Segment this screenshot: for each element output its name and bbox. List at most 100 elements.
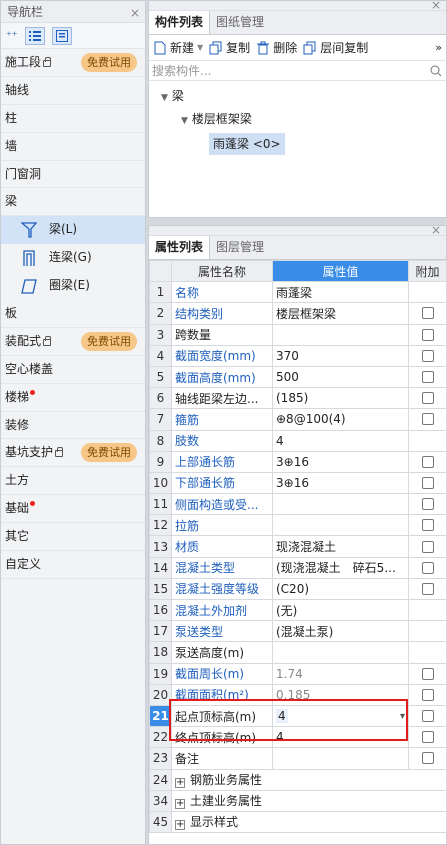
property-row[interactable]: 2 结构类别 楼层框架梁	[149, 302, 447, 325]
property-row[interactable]: 15 混凝土强度等级 (C20)	[149, 577, 447, 601]
nav-section-item[interactable]: 基坑支护 免费试用	[1, 439, 145, 468]
nav-section-item[interactable]: 空心楼盖	[1, 355, 145, 384]
nav-section-item[interactable]: 装配式 免费试用	[1, 327, 145, 356]
free-trial-badge[interactable]: 免费试用	[81, 331, 137, 351]
tree-node-frame-beam[interactable]: ▼ 楼层框架梁	[149, 108, 446, 131]
checkbox[interactable]	[421, 307, 434, 320]
nav-section-item[interactable]: 施工段 免费试用	[1, 49, 145, 77]
chevron-down-icon[interactable]: ▼	[197, 43, 203, 52]
property-value[interactable]: (185)	[272, 387, 409, 410]
checkbox[interactable]	[421, 476, 434, 489]
property-value[interactable]: 现浇混凝土	[272, 535, 409, 558]
nav-subitem[interactable]: 连梁(G)	[1, 244, 145, 273]
property-row[interactable]: 3 跨数量	[149, 323, 447, 346]
tab-drawing-management[interactable]: 图纸管理	[210, 11, 270, 34]
free-trial-badge[interactable]: 免费试用	[81, 53, 137, 72]
pin-icon[interactable]: ⁺⁺	[6, 29, 18, 42]
checkbox[interactable]	[421, 455, 434, 468]
list-view-icon[interactable]	[24, 26, 45, 45]
close-icon[interactable]: ×	[431, 223, 441, 237]
close-icon[interactable]: ×	[431, 0, 441, 12]
property-value[interactable]: 楼层框架梁	[272, 302, 409, 325]
property-group[interactable]: + 钢筋业务属性	[171, 768, 447, 791]
property-row[interactable]: 5 截面高度(mm) 500	[149, 365, 447, 389]
property-value[interactable]	[272, 641, 409, 664]
close-icon[interactable]: ×	[130, 2, 140, 24]
property-row[interactable]: 14 混凝土类型 (现浇混凝土 碎石5...	[149, 556, 447, 579]
nav-section-item[interactable]: 板	[1, 300, 145, 328]
property-value[interactable]	[272, 514, 409, 537]
property-value[interactable]: 370	[272, 344, 409, 367]
checkbox[interactable]	[421, 582, 434, 595]
checkbox[interactable]	[421, 710, 434, 723]
property-value[interactable]: 雨蓬梁	[272, 281, 409, 304]
tab-layer-management[interactable]: 图层管理	[210, 236, 270, 259]
property-row[interactable]: 12 拉筋	[149, 514, 447, 537]
expand-plus-icon[interactable]: +	[175, 799, 185, 810]
expand-plus-icon[interactable]: +	[175, 820, 185, 831]
property-row[interactable]: 11 侧面构造或受...	[149, 493, 447, 516]
property-row[interactable]: 23 备注	[149, 747, 447, 770]
checkbox[interactable]	[421, 667, 434, 680]
property-group-row[interactable]: 34 + 土建业务属性	[149, 789, 447, 812]
property-row[interactable]: 10 下部通长筋 3⊕16	[149, 471, 447, 495]
checkbox[interactable]	[421, 392, 434, 405]
nav-section-item[interactable]: 门窗洞	[1, 160, 145, 189]
property-value[interactable]: 1.74	[272, 662, 409, 685]
checkbox[interactable]	[421, 540, 434, 553]
new-button[interactable]: 新建 ▼	[153, 39, 203, 56]
checkbox[interactable]	[421, 752, 434, 765]
tree-node-canopy-beam[interactable]: 雨蓬梁 <0>	[149, 133, 446, 156]
property-value[interactable]	[272, 493, 409, 516]
checkbox[interactable]	[421, 413, 434, 426]
checkbox[interactable]	[421, 328, 434, 341]
search-icon[interactable]	[430, 65, 442, 77]
tree-node-beam[interactable]: ▼ 梁	[149, 85, 446, 108]
property-group[interactable]: + 显示样式	[171, 810, 447, 834]
property-row[interactable]: 19 截面周长(m) 1.74	[149, 662, 447, 685]
property-row[interactable]: 7 箍筋 ⊕8@100(4)	[149, 408, 447, 431]
tab-property-list[interactable]: 属性列表	[149, 236, 211, 259]
property-group-row[interactable]: 45 + 显示样式	[149, 810, 447, 834]
delete-button[interactable]: 删除	[256, 39, 297, 56]
property-value[interactable]: 3⊕16	[272, 471, 409, 495]
collapse-arrow-icon[interactable]: ▼	[181, 116, 188, 126]
nav-section-item[interactable]: 其它	[1, 523, 145, 552]
property-value[interactable]: (无)	[272, 598, 409, 622]
property-value[interactable]: ⊕8@100(4)	[272, 408, 409, 431]
property-row[interactable]: 4 截面宽度(mm) 370	[149, 344, 447, 367]
nav-section-item[interactable]: 楼梯	[1, 383, 145, 412]
property-value[interactable]: 3⊕16	[272, 450, 409, 473]
free-trial-badge[interactable]: 免费试用	[81, 443, 137, 463]
property-row[interactable]: 17 泵送类型 (混凝土泵)	[149, 620, 447, 643]
property-row[interactable]: 8 肢数 4	[149, 429, 447, 452]
nav-section-item[interactable]: 基础	[1, 495, 145, 524]
nav-section-item[interactable]: 自定义	[1, 551, 145, 579]
property-row[interactable]: 13 材质 现浇混凝土	[149, 535, 447, 558]
nav-section-item[interactable]: 土方	[1, 467, 145, 496]
property-value[interactable]: (现浇混凝土 碎石5...	[272, 556, 409, 579]
checkbox[interactable]	[421, 498, 434, 511]
property-group-row[interactable]: 24 + 钢筋业务属性	[149, 768, 447, 791]
property-row[interactable]: 9 上部通长筋 3⊕16	[149, 450, 447, 473]
component-search[interactable]: 搜索构件...	[149, 61, 446, 81]
nav-subitem[interactable]: 圈梁(E)	[1, 272, 145, 301]
checkbox[interactable]	[421, 349, 434, 362]
property-value[interactable]: 500	[272, 365, 409, 389]
property-row[interactable]: 16 混凝土外加剂 (无)	[149, 598, 447, 622]
nav-section-item[interactable]: 墙	[1, 132, 145, 161]
checkbox[interactable]	[421, 731, 434, 744]
tab-component-list[interactable]: 构件列表	[149, 11, 211, 34]
property-row[interactable]: 1 名称 雨蓬梁	[149, 281, 447, 304]
checkbox[interactable]	[421, 688, 434, 701]
floor-copy-button[interactable]: 层间复制	[303, 39, 368, 56]
checkbox[interactable]	[421, 561, 434, 574]
property-value[interactable]: 4	[272, 429, 409, 452]
copy-button[interactable]: 复制	[209, 39, 250, 56]
property-group[interactable]: + 土建业务属性	[171, 789, 447, 812]
detail-view-icon[interactable]	[51, 26, 72, 45]
property-value[interactable]: (混凝土泵)	[272, 620, 409, 643]
checkbox[interactable]	[421, 371, 434, 384]
expand-plus-icon[interactable]: +	[175, 778, 185, 789]
search-input[interactable]: 搜索构件...	[152, 62, 211, 79]
